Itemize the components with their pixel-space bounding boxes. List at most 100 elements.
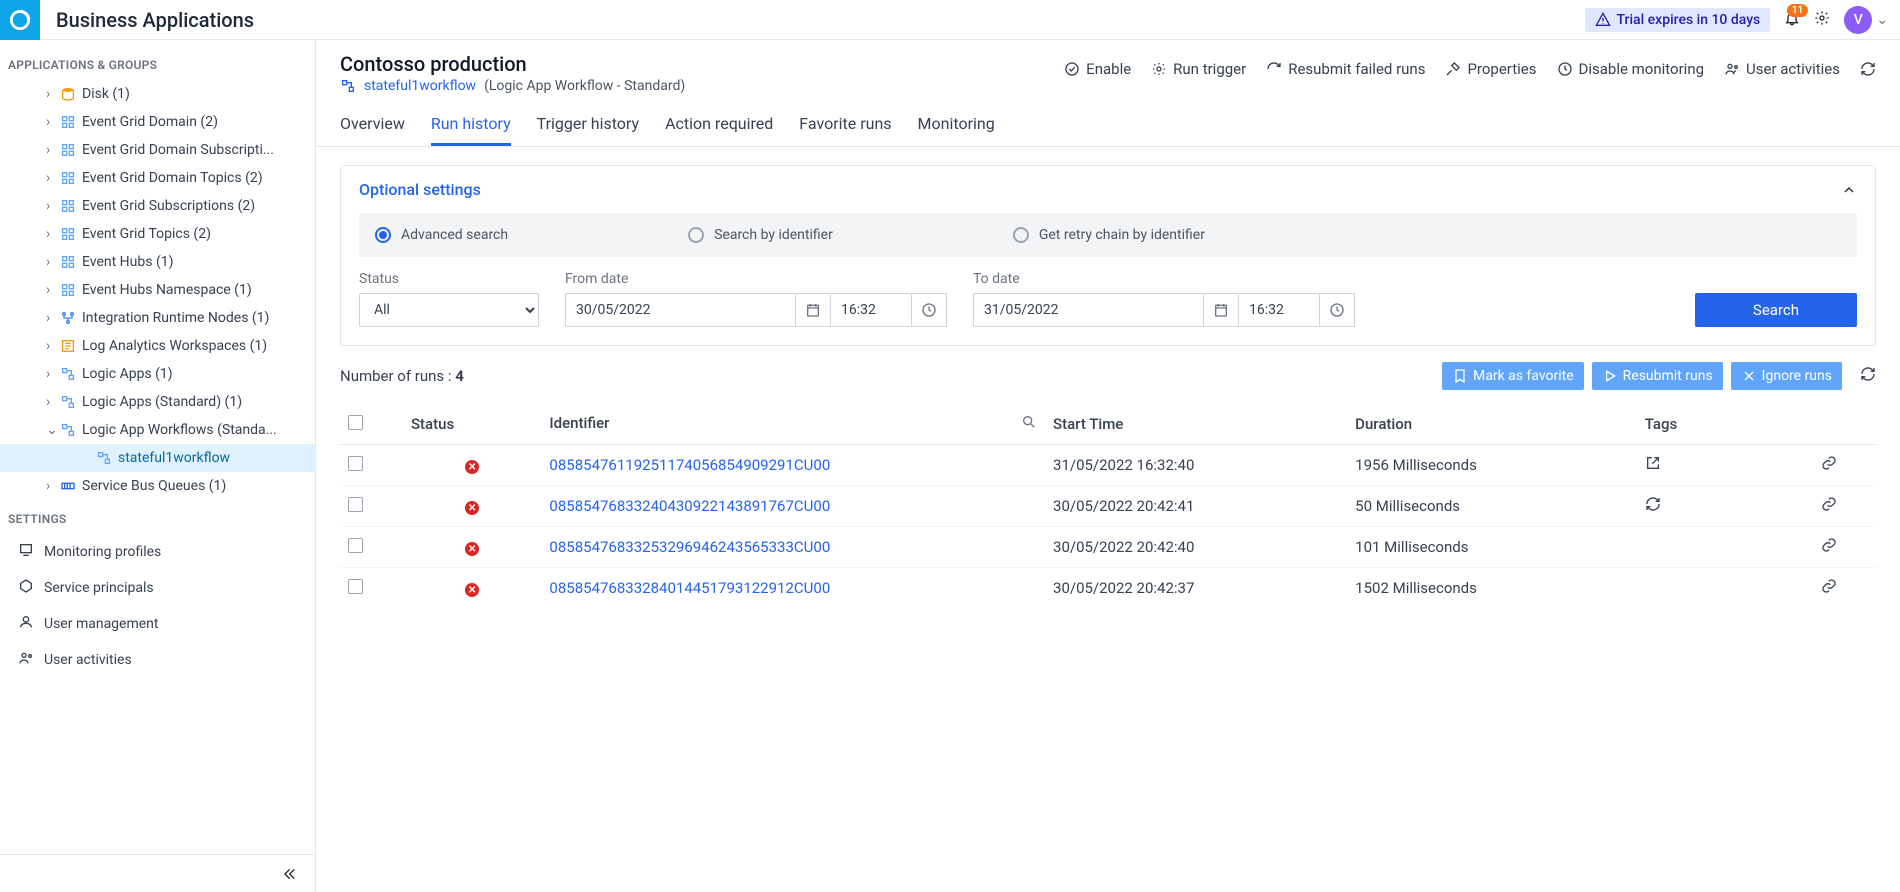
sidebar-item-stateful1workflow[interactable]: stateful1workflow xyxy=(0,444,315,472)
row-checkbox[interactable] xyxy=(348,579,363,594)
table-row: ✕08585476833253296946243565333CU0030/05/… xyxy=(340,527,1876,568)
run-identifier[interactable]: 08585476119251174056854909291CU00 xyxy=(541,445,1045,486)
settings-item[interactable]: User activities xyxy=(0,642,315,678)
tab-overview[interactable]: Overview xyxy=(340,102,405,146)
enable-action[interactable]: Enable xyxy=(1064,60,1131,78)
run-tag[interactable] xyxy=(1637,568,1813,609)
item-icon xyxy=(60,198,76,214)
tab-monitoring[interactable]: Monitoring xyxy=(918,102,995,146)
run-identifier[interactable]: 08585476833284014451793122912CU00 xyxy=(541,568,1045,609)
runs-refresh-button[interactable] xyxy=(1860,366,1876,386)
sidebar-item[interactable]: ›Event Hubs Namespace (1) xyxy=(0,276,315,304)
notifications-button[interactable]: 11 xyxy=(1784,10,1800,30)
logo[interactable] xyxy=(0,0,40,40)
item-icon xyxy=(60,170,76,186)
from-time-input[interactable] xyxy=(831,293,911,327)
from-date-label: From date xyxy=(565,271,947,287)
calendar-icon[interactable] xyxy=(1203,293,1239,327)
settings-icon xyxy=(18,614,34,634)
to-date-input[interactable] xyxy=(973,293,1203,327)
sidebar-item[interactable]: ›Event Grid Domain Topics (2) xyxy=(0,164,315,192)
tab-run-history[interactable]: Run history xyxy=(431,102,511,146)
sidebar-item[interactable]: ›Event Grid Domain Subscripti... xyxy=(0,136,315,164)
run-tag[interactable] xyxy=(1637,486,1813,527)
to-time-input[interactable] xyxy=(1239,293,1319,327)
disable-monitoring-action[interactable]: Disable monitoring xyxy=(1557,60,1705,78)
settings-item[interactable]: User management xyxy=(0,606,315,642)
sidebar-item-label: Event Hubs (1) xyxy=(82,254,173,270)
calendar-icon[interactable] xyxy=(795,293,831,327)
ignore-runs-button[interactable]: Ignore runs xyxy=(1731,362,1842,390)
resubmit-runs-button[interactable]: Resubmit runs xyxy=(1592,362,1723,390)
item-icon xyxy=(60,310,76,326)
page-refresh-button[interactable] xyxy=(1860,61,1876,77)
radio-advanced-search[interactable]: Advanced search xyxy=(375,227,508,243)
sidebar-item[interactable]: ›Event Grid Subscriptions (2) xyxy=(0,192,315,220)
settings-button[interactable] xyxy=(1814,10,1830,30)
sidebar-item-label: Event Grid Domain Subscripti... xyxy=(82,142,274,158)
sidebar-item[interactable]: ›Service Bus Queues (1) xyxy=(0,472,315,500)
sidebar-collapse-button[interactable] xyxy=(0,854,315,892)
mark-favorite-button[interactable]: Mark as favorite xyxy=(1442,362,1584,390)
col-tags: Tags xyxy=(1637,404,1813,445)
caret-icon: › xyxy=(46,170,58,186)
sidebar-item[interactable]: ›Logic Apps (1) xyxy=(0,360,315,388)
run-link-icon[interactable] xyxy=(1813,486,1876,527)
run-tag[interactable] xyxy=(1637,445,1813,486)
run-identifier[interactable]: 08585476833253296946243565333CU00 xyxy=(541,527,1045,568)
row-checkbox[interactable] xyxy=(348,497,363,512)
col-status: Status xyxy=(403,404,541,445)
caret-icon: › xyxy=(46,254,58,270)
workflow-type: (Logic App Workflow - Standard) xyxy=(484,78,685,94)
sidebar-item[interactable]: ⌄Logic App Workflows (Standa... xyxy=(0,416,315,444)
run-duration: 1956 Milliseconds xyxy=(1347,445,1637,486)
avatar-chevron-icon[interactable]: ⌄ xyxy=(1876,12,1888,28)
sidebar-item[interactable]: ›Event Grid Topics (2) xyxy=(0,220,315,248)
avatar[interactable]: V xyxy=(1844,6,1872,34)
user-activities-action[interactable]: User activities xyxy=(1724,60,1840,78)
row-checkbox[interactable] xyxy=(348,538,363,553)
workflow-name: stateful1workflow xyxy=(364,78,476,94)
select-all-checkbox[interactable] xyxy=(348,415,363,430)
run-trigger-action[interactable]: Run trigger xyxy=(1151,60,1246,78)
sidebar-item[interactable]: ›Log Analytics Workspaces (1) xyxy=(0,332,315,360)
clock-icon[interactable] xyxy=(911,293,947,327)
sidebar-item[interactable]: ›Logic Apps (Standard) (1) xyxy=(0,388,315,416)
sidebar-item-label: Logic Apps (Standard) (1) xyxy=(82,394,242,410)
clock-icon[interactable] xyxy=(1319,293,1355,327)
run-link-icon[interactable] xyxy=(1813,527,1876,568)
run-duration: 101 Milliseconds xyxy=(1347,527,1637,568)
status-select[interactable]: All xyxy=(359,293,539,327)
settings-item[interactable]: Monitoring profiles xyxy=(0,534,315,570)
run-start-time: 31/05/2022 16:32:40 xyxy=(1045,445,1347,486)
trial-badge[interactable]: Trial expires in 10 days xyxy=(1585,8,1771,32)
run-tag[interactable] xyxy=(1637,527,1813,568)
panel-collapse-icon[interactable] xyxy=(1841,182,1857,198)
run-link-icon[interactable] xyxy=(1813,568,1876,609)
radio-search-by-identifier[interactable]: Search by identifier xyxy=(688,227,833,243)
radio-icon xyxy=(375,227,391,243)
sidebar-item[interactable]: › Event Hubs (1) xyxy=(0,248,315,276)
caret-icon: › xyxy=(46,114,58,130)
from-date-input[interactable] xyxy=(565,293,795,327)
panel-title: Optional settings xyxy=(359,180,481,199)
search-icon[interactable] xyxy=(1021,414,1037,434)
tab-favorite-runs[interactable]: Favorite runs xyxy=(799,102,891,146)
sidebar-item[interactable]: ›Disk (1) xyxy=(0,80,315,108)
item-icon xyxy=(60,394,76,410)
radio-retry-chain[interactable]: Get retry chain by identifier xyxy=(1013,227,1205,243)
tab-action-required[interactable]: Action required xyxy=(665,102,773,146)
properties-action[interactable]: Properties xyxy=(1445,60,1536,78)
resubmit-failed-action[interactable]: Resubmit failed runs xyxy=(1266,60,1425,78)
search-button[interactable]: Search xyxy=(1695,293,1857,327)
runs-count: Number of runs : 4 xyxy=(340,367,464,385)
sidebar-item[interactable]: ›Event Grid Domain (2) xyxy=(0,108,315,136)
settings-item[interactable]: Service principals xyxy=(0,570,315,606)
tab-trigger-history[interactable]: Trigger history xyxy=(537,102,639,146)
item-icon xyxy=(60,114,76,130)
sidebar-heading-settings: SETTINGS xyxy=(0,500,315,534)
run-link-icon[interactable] xyxy=(1813,445,1876,486)
sidebar-item[interactable]: ›Integration Runtime Nodes (1) xyxy=(0,304,315,332)
row-checkbox[interactable] xyxy=(348,456,363,471)
run-identifier[interactable]: 08585476833240430922143891767CU00 xyxy=(541,486,1045,527)
